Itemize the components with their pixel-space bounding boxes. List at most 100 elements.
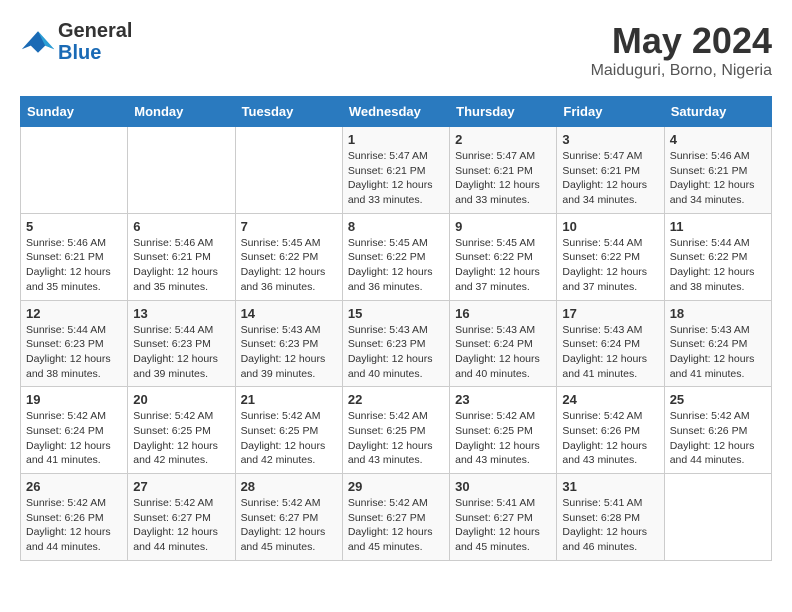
- day-detail: Sunrise: 5:46 AM Sunset: 6:21 PM Dayligh…: [26, 236, 122, 295]
- header-thursday: Thursday: [450, 97, 557, 127]
- calendar-cell: 9Sunrise: 5:45 AM Sunset: 6:22 PM Daylig…: [450, 213, 557, 300]
- header: General Blue May 2024 Maiduguri, Borno, …: [20, 20, 772, 80]
- day-number: 21: [241, 392, 337, 407]
- calendar-cell: [235, 127, 342, 214]
- week-row-2: 5 Sunrise: 5:46 AM Sunset: 6:21 PM Daylig…: [21, 213, 772, 300]
- day-number: 6: [133, 219, 229, 234]
- calendar-cell: 21 Sunrise: 5:42 AM Sunset: 6:25 PM Dayli…: [235, 387, 342, 474]
- day-number: 5: [26, 219, 122, 234]
- day-detail: Sunrise: 5:41 AM Sunset: 6:28 PM Dayligh…: [562, 496, 658, 555]
- day-detail: Sunrise: 5:43 AM Sunset: 6:24 PM Dayligh…: [455, 323, 551, 382]
- day-number: 13: [133, 306, 229, 321]
- day-detail: Sunrise: 5:45 AM Sunset: 6:22 PM Dayligh…: [455, 236, 551, 295]
- calendar-cell: 15Sunrise: 5:43 AM Sunset: 6:23 PM Dayli…: [342, 300, 449, 387]
- day-number: 8: [348, 219, 444, 234]
- day-detail: Sunrise: 5:45 AM Sunset: 6:22 PM Dayligh…: [348, 236, 444, 295]
- day-detail: Sunrise: 5:42 AM Sunset: 6:27 PM Dayligh…: [241, 496, 337, 555]
- day-number: 25: [670, 392, 766, 407]
- calendar-cell: 10 Sunrise: 5:44 AM Sunset: 6:22 PM Dayli…: [557, 213, 664, 300]
- week-row-4: 19 Sunrise: 5:42 AM Sunset: 6:24 PM Dayli…: [21, 387, 772, 474]
- header-sunday: Sunday: [21, 97, 128, 127]
- day-number: 31: [562, 479, 658, 494]
- day-number: 11: [670, 219, 766, 234]
- day-detail: Sunrise: 5:42 AM Sunset: 6:26 PM Dayligh…: [26, 496, 122, 555]
- header-friday: Friday: [557, 97, 664, 127]
- calendar-cell: 8 Sunrise: 5:45 AM Sunset: 6:22 PM Daylig…: [342, 213, 449, 300]
- logo-line1: General: [58, 20, 132, 42]
- day-detail: Sunrise: 5:47 AM Sunset: 6:21 PM Dayligh…: [562, 149, 658, 208]
- calendar-cell: 1Sunrise: 5:47 AM Sunset: 6:21 PM Daylig…: [342, 127, 449, 214]
- day-detail: Sunrise: 5:42 AM Sunset: 6:25 PM Dayligh…: [455, 409, 551, 468]
- calendar-cell: 18 Sunrise: 5:43 AM Sunset: 6:24 PM Dayli…: [664, 300, 771, 387]
- calendar-subtitle: Maiduguri, Borno, Nigeria: [591, 62, 772, 80]
- day-number: 12: [26, 306, 122, 321]
- calendar-title: May 2024: [591, 20, 772, 62]
- day-detail: Sunrise: 5:44 AM Sunset: 6:23 PM Dayligh…: [26, 323, 122, 382]
- day-detail: Sunrise: 5:43 AM Sunset: 6:24 PM Dayligh…: [670, 323, 766, 382]
- day-detail: Sunrise: 5:42 AM Sunset: 6:27 PM Dayligh…: [348, 496, 444, 555]
- day-number: 4: [670, 132, 766, 147]
- day-number: 18: [670, 306, 766, 321]
- calendar-cell: 11Sunrise: 5:44 AM Sunset: 6:22 PM Dayli…: [664, 213, 771, 300]
- week-row-5: 26 Sunrise: 5:42 AM Sunset: 6:26 PM Dayli…: [21, 474, 772, 561]
- day-detail: Sunrise: 5:44 AM Sunset: 6:22 PM Dayligh…: [562, 236, 658, 295]
- header-wednesday: Wednesday: [342, 97, 449, 127]
- day-detail: Sunrise: 5:44 AM Sunset: 6:23 PM Dayligh…: [133, 323, 229, 382]
- calendar-cell: 4 Sunrise: 5:46 AM Sunset: 6:21 PM Daylig…: [664, 127, 771, 214]
- day-number: 27: [133, 479, 229, 494]
- day-number: 2: [455, 132, 551, 147]
- day-detail: Sunrise: 5:46 AM Sunset: 6:21 PM Dayligh…: [670, 149, 766, 208]
- calendar-cell: 28 Sunrise: 5:42 AM Sunset: 6:27 PM Dayli…: [235, 474, 342, 561]
- calendar-cell: 3Sunrise: 5:47 AM Sunset: 6:21 PM Daylig…: [557, 127, 664, 214]
- calendar-cell: 29 Sunrise: 5:42 AM Sunset: 6:27 PM Dayli…: [342, 474, 449, 561]
- day-number: 30: [455, 479, 551, 494]
- calendar-cell: 30 Sunrise: 5:41 AM Sunset: 6:27 PM Dayli…: [450, 474, 557, 561]
- day-number: 1: [348, 132, 444, 147]
- calendar-cell: 7Sunrise: 5:45 AM Sunset: 6:22 PM Daylig…: [235, 213, 342, 300]
- calendar-cell: 14 Sunrise: 5:43 AM Sunset: 6:23 PM Dayli…: [235, 300, 342, 387]
- calendar-cell: 27Sunrise: 5:42 AM Sunset: 6:27 PM Dayli…: [128, 474, 235, 561]
- header-monday: Monday: [128, 97, 235, 127]
- calendar-cell: 20Sunrise: 5:42 AM Sunset: 6:25 PM Dayli…: [128, 387, 235, 474]
- day-number: 7: [241, 219, 337, 234]
- header-tuesday: Tuesday: [235, 97, 342, 127]
- day-number: 23: [455, 392, 551, 407]
- calendar-cell: 23 Sunrise: 5:42 AM Sunset: 6:25 PM Dayli…: [450, 387, 557, 474]
- calendar-cell: 25 Sunrise: 5:42 AM Sunset: 6:26 PM Dayli…: [664, 387, 771, 474]
- calendar-cell: 24Sunrise: 5:42 AM Sunset: 6:26 PM Dayli…: [557, 387, 664, 474]
- day-number: 29: [348, 479, 444, 494]
- calendar-cell: [21, 127, 128, 214]
- day-number: 20: [133, 392, 229, 407]
- logo-line2: Blue: [58, 42, 132, 64]
- day-detail: Sunrise: 5:43 AM Sunset: 6:23 PM Dayligh…: [348, 323, 444, 382]
- day-number: 26: [26, 479, 122, 494]
- day-detail: Sunrise: 5:43 AM Sunset: 6:24 PM Dayligh…: [562, 323, 658, 382]
- calendar-cell: [664, 474, 771, 561]
- calendar-cell: [128, 127, 235, 214]
- day-detail: Sunrise: 5:42 AM Sunset: 6:24 PM Dayligh…: [26, 409, 122, 468]
- day-number: 19: [26, 392, 122, 407]
- week-row-3: 12 Sunrise: 5:44 AM Sunset: 6:23 PM Dayli…: [21, 300, 772, 387]
- day-detail: Sunrise: 5:43 AM Sunset: 6:23 PM Dayligh…: [241, 323, 337, 382]
- day-detail: Sunrise: 5:41 AM Sunset: 6:27 PM Dayligh…: [455, 496, 551, 555]
- day-number: 28: [241, 479, 337, 494]
- day-number: 10: [562, 219, 658, 234]
- week-row-1: 1 Sunrise: 5:47 AM Sunset: 6:21 PM Daylig…: [21, 127, 772, 214]
- day-number: 22: [348, 392, 444, 407]
- day-detail: Sunrise: 5:42 AM Sunset: 6:25 PM Dayligh…: [241, 409, 337, 468]
- calendar-cell: 31 Sunrise: 5:41 AM Sunset: 6:28 PM Dayli…: [557, 474, 664, 561]
- calendar-cell: 12 Sunrise: 5:44 AM Sunset: 6:23 PM Dayli…: [21, 300, 128, 387]
- day-detail: Sunrise: 5:46 AM Sunset: 6:21 PM Dayligh…: [133, 236, 229, 295]
- day-detail: Sunrise: 5:42 AM Sunset: 6:26 PM Dayligh…: [562, 409, 658, 468]
- day-detail: Sunrise: 5:42 AM Sunset: 6:26 PM Dayligh…: [670, 409, 766, 468]
- calendar-cell: 22Sunrise: 5:42 AM Sunset: 6:25 PM Dayli…: [342, 387, 449, 474]
- calendar-cell: 17Sunrise: 5:43 AM Sunset: 6:24 PM Dayli…: [557, 300, 664, 387]
- calendar-table: SundayMondayTuesdayWednesdayThursdayFrid…: [20, 96, 772, 561]
- day-number: 16: [455, 306, 551, 321]
- calendar-cell: 2Sunrise: 5:47 AM Sunset: 6:21 PM Daylig…: [450, 127, 557, 214]
- logo: General Blue: [20, 20, 132, 64]
- day-number: 14: [241, 306, 337, 321]
- title-area: May 2024 Maiduguri, Borno, Nigeria: [591, 20, 772, 80]
- calendar-cell: 6 Sunrise: 5:46 AM Sunset: 6:21 PM Daylig…: [128, 213, 235, 300]
- calendar-cell: 13 Sunrise: 5:44 AM Sunset: 6:23 PM Dayli…: [128, 300, 235, 387]
